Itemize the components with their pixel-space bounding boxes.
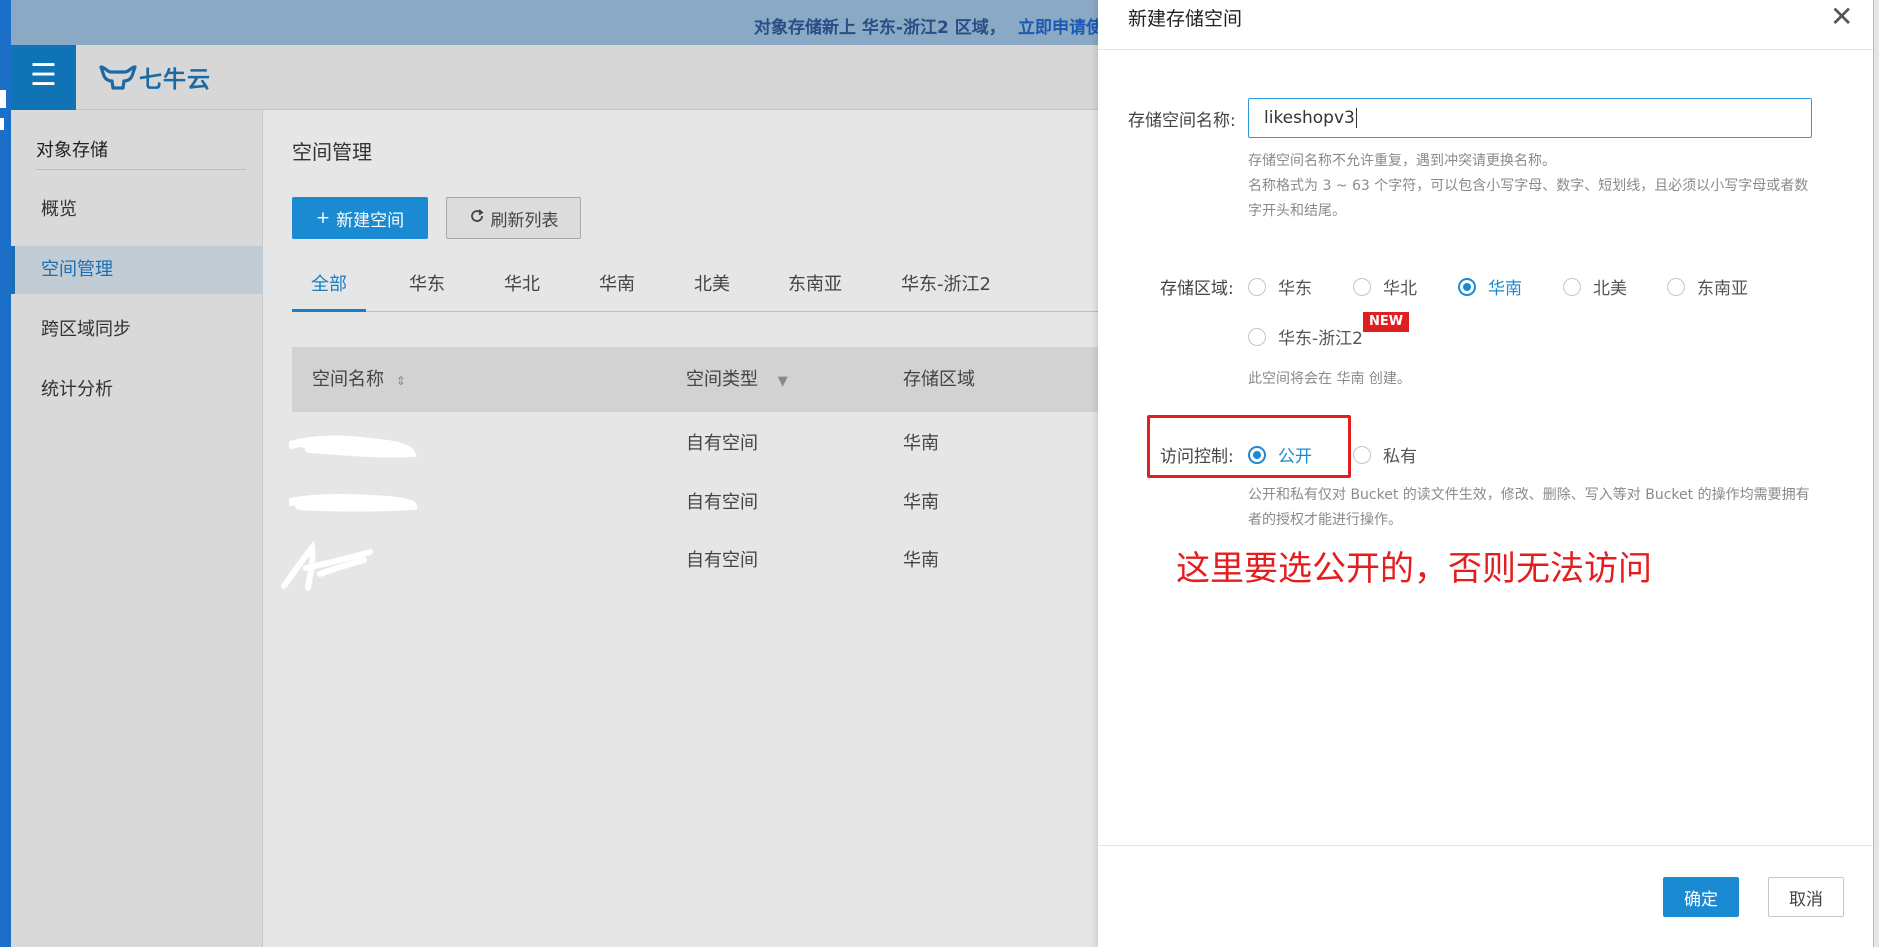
bucket-type: 自有空间 (686, 492, 758, 513)
sidebar-item-statistics[interactable]: 统计分析 (11, 366, 263, 414)
tab-south-china[interactable]: 华南 (599, 260, 635, 312)
region-option-east-china-zhejiang2[interactable]: 华东-浙江2 (1248, 324, 1363, 349)
bucket-name-label: 存储空间名称: (1128, 111, 1236, 131)
tab-all[interactable]: 全部 (292, 260, 366, 312)
region-option-southeast-asia[interactable]: 东南亚 (1667, 274, 1748, 299)
bucket-name-input[interactable]: likeshopv3 (1248, 98, 1812, 138)
sidebar-item-bucket-management[interactable]: 空间管理 (11, 246, 263, 294)
logo-text: 七牛云 (139, 67, 211, 93)
redacted-name (289, 494, 418, 512)
page-title: 空间管理 (292, 140, 372, 164)
filter-icon[interactable]: ▼ (778, 374, 788, 389)
radio-icon (1353, 277, 1371, 296)
plus-icon: + (315, 208, 331, 228)
redacted-name (281, 540, 373, 591)
banner-text: 对象存储新上 华东-浙江2 区域， (754, 18, 1006, 38)
column-bucket-type[interactable]: 空间类型 ▼ (686, 347, 788, 414)
annotation-text: 这里要选公开的，否则无法访问 (1176, 549, 1652, 589)
divider (1098, 845, 1879, 846)
radio-checked-icon (1458, 277, 1476, 296)
qiniu-logo-icon (99, 64, 137, 90)
desktop-edge (0, 0, 11, 947)
sort-icon[interactable]: ⇕ (396, 374, 406, 388)
tab-southeast-asia[interactable]: 东南亚 (788, 260, 842, 312)
divider (36, 169, 246, 170)
new-badge: NEW (1363, 312, 1410, 332)
bucket-region: 华南 (903, 433, 939, 454)
radio-icon (1563, 277, 1581, 296)
access-control-label: 访问控制: (1160, 447, 1234, 467)
new-bucket-button[interactable]: + 新建空间 (292, 197, 428, 239)
refresh-list-button[interactable]: 刷新列表 (446, 197, 581, 239)
bucket-region: 华南 (903, 550, 939, 571)
radio-icon (1667, 277, 1685, 296)
access-control-hint: 公开和私有仅对 Bucket 的读文件生效，修改、删除、写入等对 Bucket … (1248, 487, 1810, 528)
tab-north-china[interactable]: 华北 (504, 260, 540, 312)
bucket-name-format-hint: 名称格式为 3 ~ 63 个字符，可以包含小写字母、数字、短划线，且必须以小写字… (1248, 178, 1809, 219)
column-bucket-name[interactable]: 空间名称 ⇕ (312, 347, 406, 414)
tab-east-china[interactable]: 华东 (409, 260, 445, 312)
sidebar-item-overview[interactable]: 概览 (11, 186, 263, 234)
logo[interactable]: 七牛云 (99, 59, 211, 95)
radio-icon (1248, 327, 1266, 346)
region-option-north-america[interactable]: 北美 (1563, 274, 1627, 299)
drawer-title: 新建存储空间 (1128, 8, 1243, 30)
bucket-name-hint: 存储空间名称不允许重复，遇到冲突请更换名称。 (1248, 153, 1556, 169)
region-label: 存储区域: (1160, 279, 1234, 299)
region-hint: 此空间将会在 华南 创建。 (1248, 371, 1411, 387)
scrollbar[interactable] (1873, 0, 1879, 947)
sidebar-title: 对象存储 (36, 140, 108, 161)
close-icon[interactable]: ✕ (1830, 2, 1853, 32)
radio-icon (1353, 445, 1371, 464)
cancel-button[interactable]: 取消 (1768, 877, 1844, 917)
confirm-button[interactable]: 确定 (1663, 877, 1739, 917)
screen: 对象存储新上 华东-浙江2 区域， 立即申请使 ☰ 七牛云 对象存储 概览 空间… (0, 0, 1879, 947)
banner-apply-link[interactable]: 立即申请使 (1018, 13, 1103, 38)
column-region: 存储区域 (903, 369, 975, 390)
create-bucket-drawer: 新建存储空间 ✕ 存储空间名称: likeshopv3 存储空间名称不允许重复，… (1098, 0, 1879, 947)
sidebar: 对象存储 概览 空间管理 跨区域同步 统计分析 (11, 110, 263, 947)
radio-checked-icon (1248, 445, 1266, 464)
bucket-region: 华南 (903, 492, 939, 513)
radio-icon (1248, 277, 1266, 296)
access-option-private[interactable]: 私有 (1353, 442, 1417, 467)
region-option-north-china[interactable]: 华北 (1353, 274, 1417, 299)
divider (1098, 49, 1879, 50)
bucket-type: 自有空间 (686, 433, 758, 454)
refresh-icon (469, 208, 485, 229)
tab-north-america[interactable]: 北美 (694, 260, 730, 312)
tab-east-china-zhejiang2[interactable]: 华东-浙江2 (901, 260, 991, 312)
region-option-south-china[interactable]: 华南 (1458, 274, 1522, 299)
access-option-public[interactable]: 公开 (1248, 442, 1312, 467)
hamburger-icon[interactable]: ☰ (11, 45, 76, 110)
sidebar-item-cross-region-sync[interactable]: 跨区域同步 (11, 306, 263, 354)
region-option-east-china[interactable]: 华东 (1248, 274, 1312, 299)
bucket-type: 自有空间 (686, 550, 758, 571)
redacted-name (289, 435, 418, 458)
